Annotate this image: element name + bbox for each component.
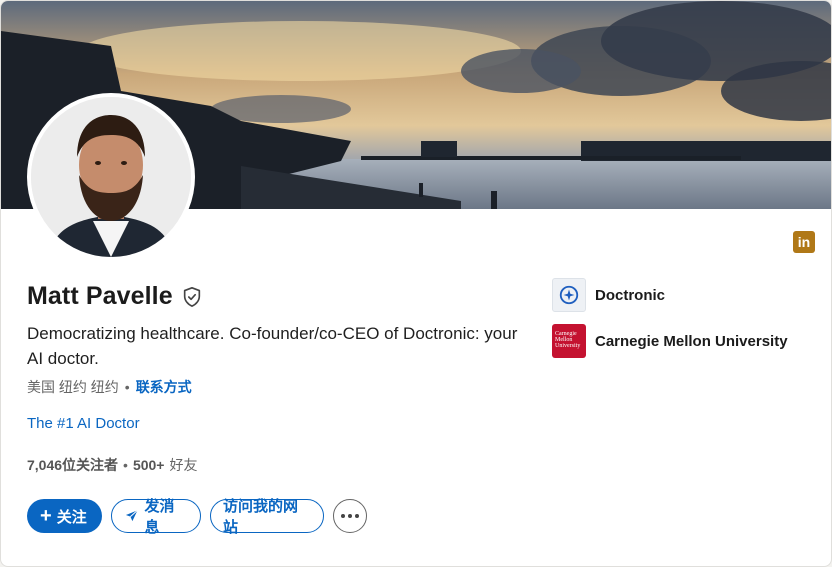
- profile-name: Matt Pavelle: [27, 282, 173, 310]
- website-link[interactable]: The #1 AI Doctor: [27, 415, 140, 432]
- doctronic-logo-icon: [552, 278, 586, 312]
- separator-dot: •: [123, 457, 128, 473]
- follow-button[interactable]: + 关注: [27, 499, 102, 533]
- org-item-doctronic[interactable]: Doctronic: [552, 277, 788, 313]
- visit-website-label: 访问我的网站: [223, 498, 299, 536]
- connections-count[interactable]: 500+: [133, 457, 165, 473]
- follow-label: 关注: [56, 508, 87, 526]
- location-text: 美国 纽约 纽约: [27, 379, 119, 395]
- contact-info-link[interactable]: 联系方式: [136, 377, 192, 397]
- more-options-button[interactable]: [333, 499, 367, 533]
- org-name: Doctronic: [595, 286, 666, 304]
- avatar-portrait: [31, 97, 191, 257]
- profile-card: in Matt Pavelle Democratizing healthcare…: [0, 0, 832, 567]
- more-dot: [341, 514, 345, 518]
- org-item-cmu[interactable]: Carnegie Mellon University Carnegie Mell…: [552, 323, 788, 359]
- location-row: 美国 纽约 纽约 • 联系方式: [27, 377, 192, 397]
- org-name: Carnegie Mellon University: [595, 332, 788, 350]
- connections-label: 好友: [169, 457, 198, 473]
- followers-row: 7,046 位关注者 • 500+ 好友: [27, 455, 198, 475]
- send-icon: [125, 509, 138, 522]
- followers-label: 位关注者: [62, 457, 119, 473]
- verified-shield-icon[interactable]: [181, 286, 203, 308]
- followers-count: 7,046: [27, 457, 63, 473]
- plus-icon: +: [40, 505, 52, 527]
- organizations-list: Doctronic Carnegie Mellon University Car…: [552, 277, 788, 369]
- more-dot: [355, 514, 359, 518]
- visit-website-button[interactable]: 访问我的网站: [210, 498, 324, 536]
- message-button[interactable]: 发消息: [111, 498, 201, 536]
- separator-dot: •: [124, 379, 130, 395]
- action-bar: + 关注 发消息 访问我的网站: [27, 498, 367, 536]
- profile-photo[interactable]: [27, 93, 195, 261]
- profile-headline: Democratizing healthcare. Co-founder/co-…: [27, 324, 518, 368]
- cmu-logo-icon: Carnegie Mellon University: [552, 324, 586, 358]
- message-label: 发消息: [144, 498, 175, 536]
- more-dot: [348, 514, 352, 518]
- linkedin-icon[interactable]: in: [793, 231, 815, 253]
- name-row: Matt Pavelle: [27, 282, 203, 311]
